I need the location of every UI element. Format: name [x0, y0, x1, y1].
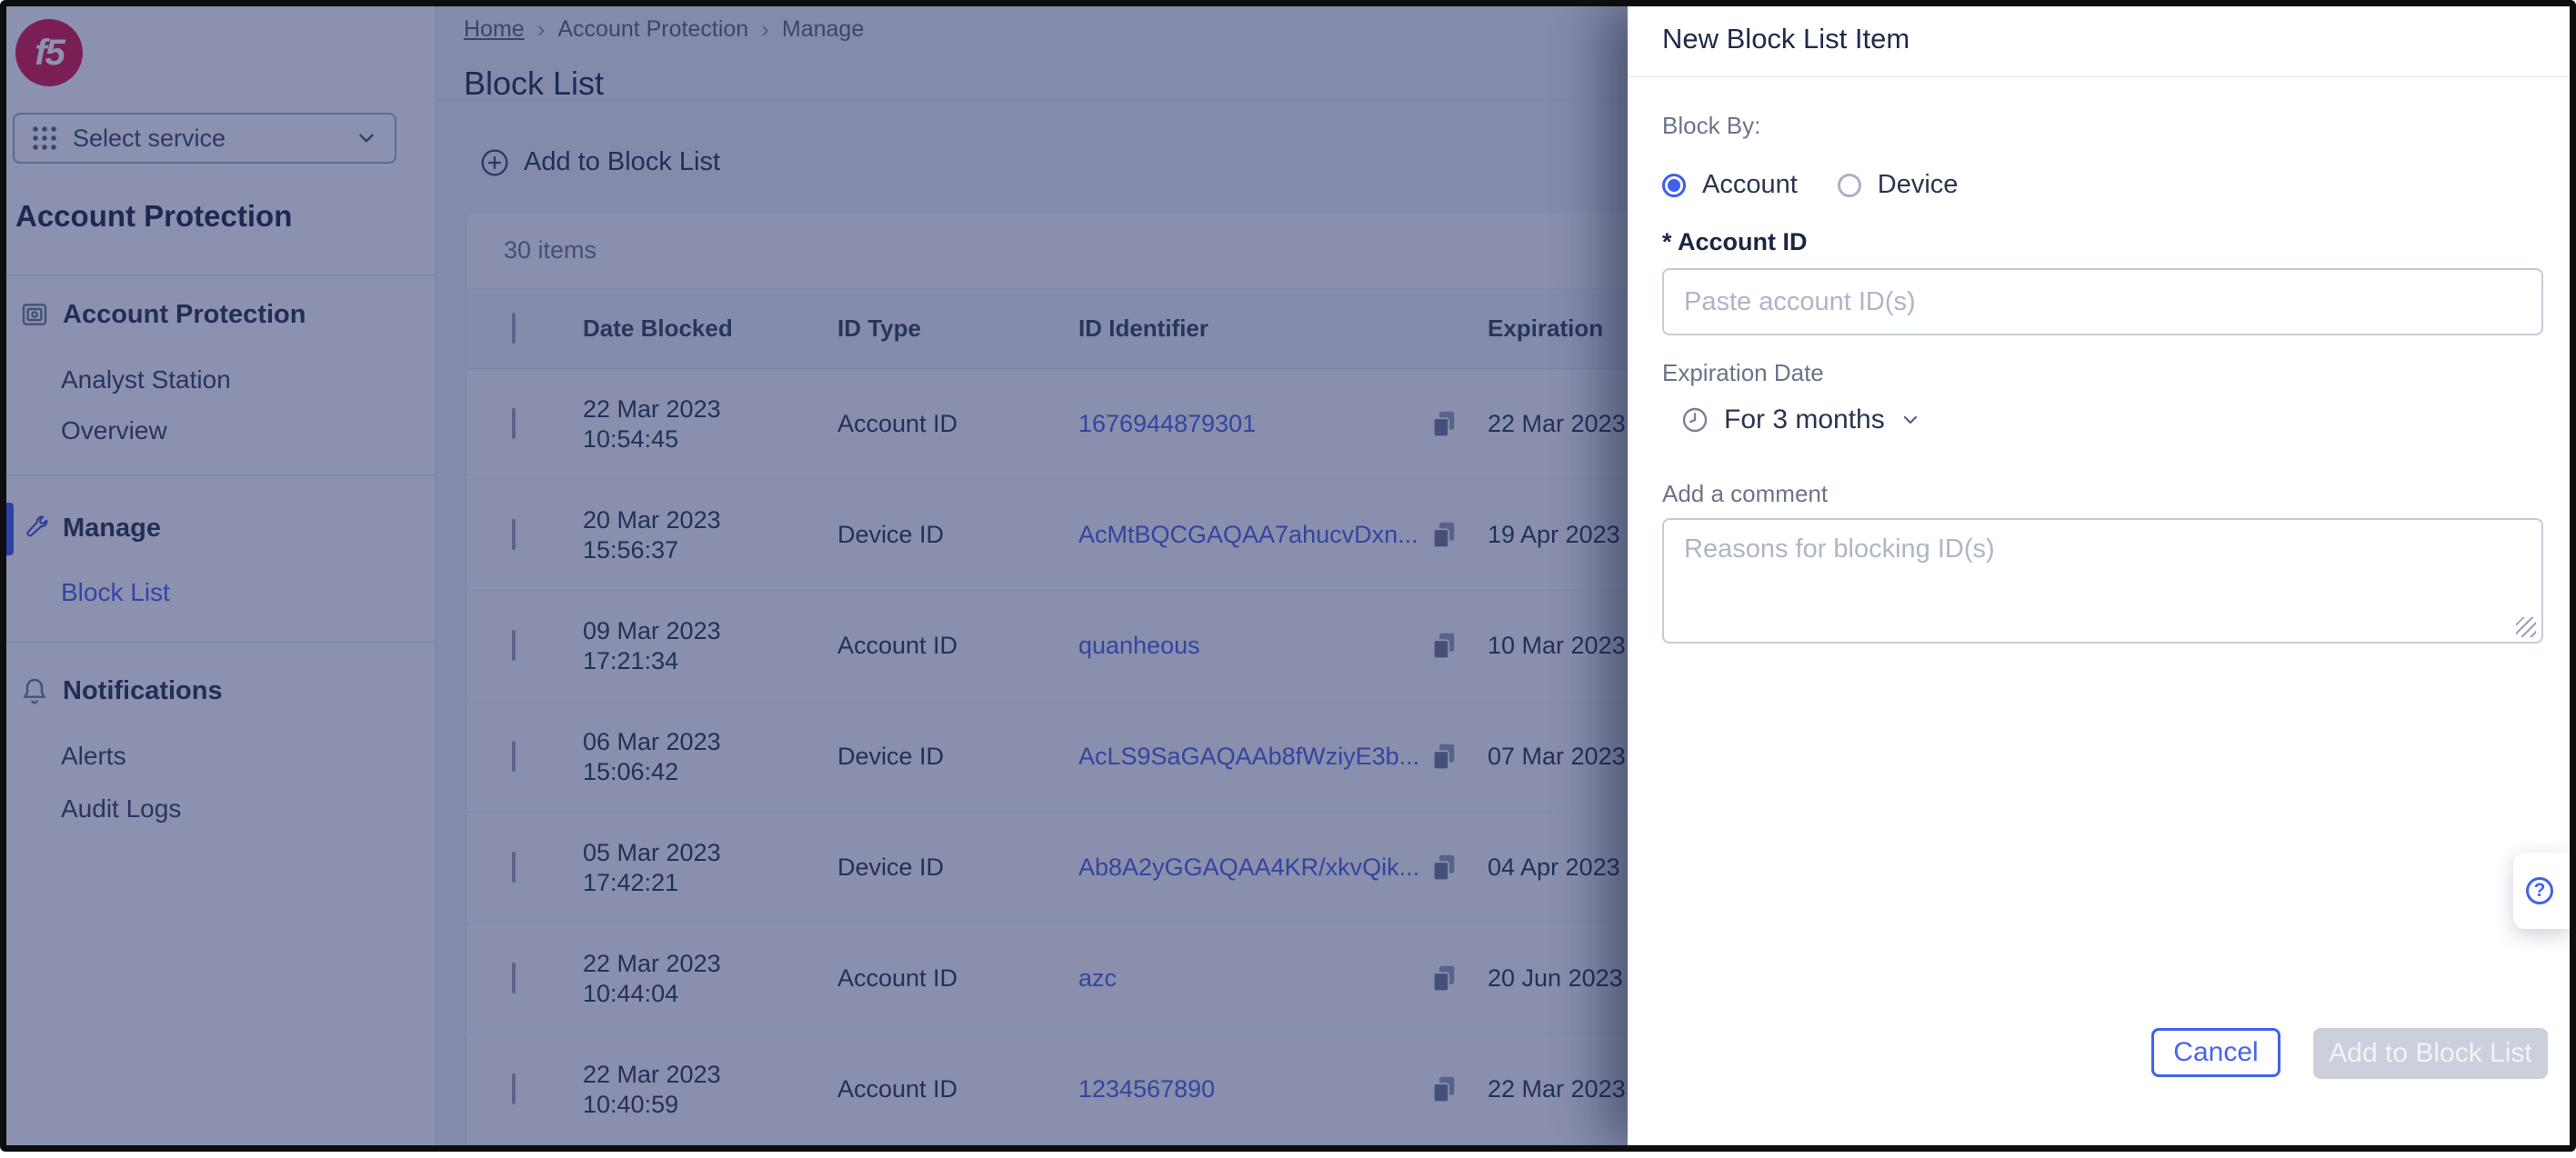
- new-block-list-item-drawer: New Block List Item Block By: Account De…: [1628, 6, 2570, 1145]
- help-button[interactable]: ?: [2513, 853, 2570, 929]
- radio-label-device: Device: [1878, 170, 1959, 200]
- account-id-label: * Account ID: [1662, 228, 1808, 256]
- radio-option-account[interactable]: Account: [1662, 170, 1798, 200]
- block-by-label: Block By:: [1662, 112, 1760, 140]
- submit-add-to-block-list-button[interactable]: Add to Block List: [2313, 1028, 2548, 1079]
- account-id-input[interactable]: [1662, 268, 2543, 335]
- drawer-title-divider: [1628, 76, 2570, 77]
- expiration-dropdown[interactable]: For 3 months: [1680, 404, 1921, 435]
- radio-unselected-icon[interactable]: [1838, 174, 1861, 197]
- clock-icon: [1680, 405, 1709, 434]
- cancel-button[interactable]: Cancel: [2151, 1028, 2280, 1077]
- comment-label: Add a comment: [1662, 480, 1828, 508]
- expiration-value: For 3 months: [1724, 404, 1885, 435]
- drawer-actions: Cancel Add to Block List: [2151, 1028, 2548, 1079]
- expiration-date-label: Expiration Date: [1662, 359, 1824, 387]
- drawer-title: New Block List Item: [1662, 23, 1909, 55]
- screenshot-root: f5 Select service Account Protection: [0, 0, 2576, 1158]
- radio-label-account: Account: [1702, 170, 1798, 200]
- window-frame: f5 Select service Account Protection: [0, 0, 2576, 1152]
- comment-textarea[interactable]: [1662, 518, 2543, 644]
- radio-selected-icon[interactable]: [1662, 174, 1686, 197]
- radio-option-device[interactable]: Device: [1838, 170, 1959, 200]
- help-icon: ?: [2526, 877, 2553, 904]
- chevron-down-icon: [1899, 409, 1921, 431]
- block-by-radio-group: Account Device: [1662, 170, 1958, 200]
